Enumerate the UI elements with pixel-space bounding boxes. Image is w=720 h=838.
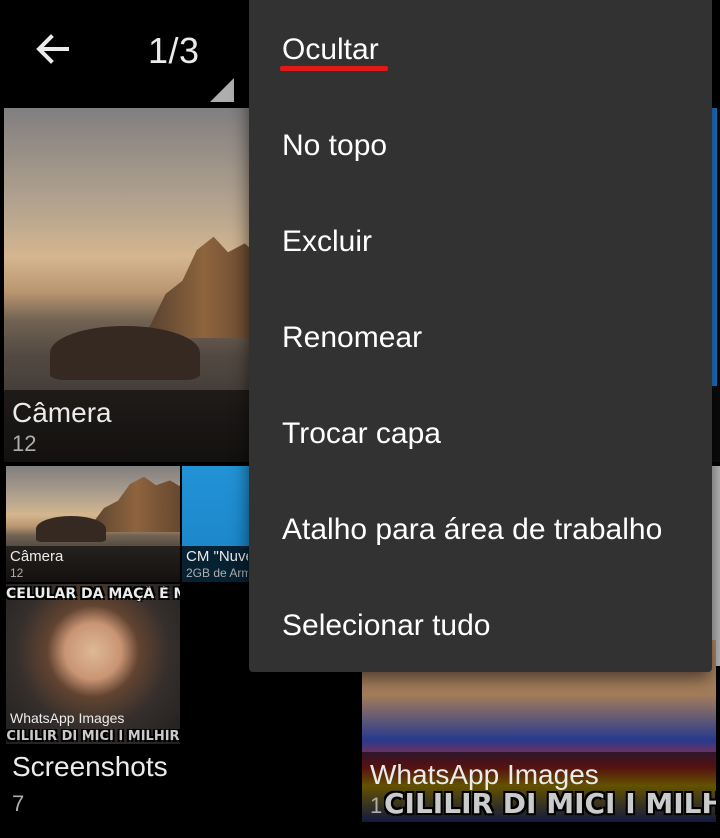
album-name: Câmera bbox=[10, 548, 64, 565]
album-name: WhatsApp Images bbox=[10, 710, 125, 726]
album-label: CM "Nuve 2GB de Arm bbox=[182, 546, 252, 582]
album-name: Câmera bbox=[12, 397, 112, 428]
arrow-left-icon bbox=[36, 34, 69, 64]
album-name: Screenshots bbox=[12, 751, 168, 782]
album-tile-right-edge-2 bbox=[712, 466, 720, 666]
album-tile-screenshots[interactable]: Screenshots 7 bbox=[4, 744, 254, 826]
album-label: Câmera 12 bbox=[6, 546, 180, 582]
album-count: 1 bbox=[370, 793, 383, 818]
menu-item-ocultar[interactable]: Ocultar bbox=[249, 2, 712, 98]
highlight-underline bbox=[280, 66, 388, 71]
meme-caption-bottom: CILILIR DI MICI I MILHIR bbox=[6, 729, 180, 744]
album-count: 12 bbox=[10, 566, 24, 580]
meme-caption-top: CELULAR DA MAÇÃ É MELHOR bbox=[6, 586, 180, 602]
selection-counter: 1/3 bbox=[148, 30, 200, 71]
album-count: 2GB de Arm bbox=[186, 566, 248, 580]
album-label: WhatsApp Images 1 CILILIR DI MICI I MILH… bbox=[362, 752, 716, 822]
menu-item-no-topo[interactable]: No topo bbox=[249, 98, 712, 194]
album-count: 7 bbox=[12, 791, 25, 816]
album-count: 12 bbox=[12, 431, 37, 456]
album-label: Câmera 12 bbox=[4, 390, 254, 462]
menu-item-renomear[interactable]: Renomear bbox=[249, 290, 712, 386]
menu-item-atalho[interactable]: Atalho para área de trabalho bbox=[249, 482, 712, 578]
album-tile-camera[interactable]: Câmera 12 bbox=[4, 108, 254, 462]
album-tile-cm-cloud[interactable]: CM "Nuve 2GB de Arm bbox=[182, 466, 252, 582]
album-tile-whatsapp-small[interactable]: CELULAR DA MAÇÃ É MELHOR CILILIR DI MICI… bbox=[6, 584, 180, 744]
scrollbar[interactable] bbox=[712, 108, 717, 386]
album-name: CM "Nuve bbox=[186, 548, 248, 565]
menu-item-selecionar-tudo[interactable]: Selecionar tudo bbox=[249, 578, 712, 674]
meme-caption-bottom: CILILIR DI MICI I MILHIR bbox=[384, 787, 716, 820]
dropdown-corner-icon[interactable] bbox=[210, 78, 234, 102]
context-menu: Ocultar No topo Excluir Renomear Trocar … bbox=[249, 0, 712, 672]
menu-item-excluir[interactable]: Excluir bbox=[249, 194, 712, 290]
menu-item-trocar-capa[interactable]: Trocar capa bbox=[249, 386, 712, 482]
back-button[interactable] bbox=[26, 22, 80, 76]
album-tile-camera-small[interactable]: Câmera 12 bbox=[6, 466, 180, 582]
